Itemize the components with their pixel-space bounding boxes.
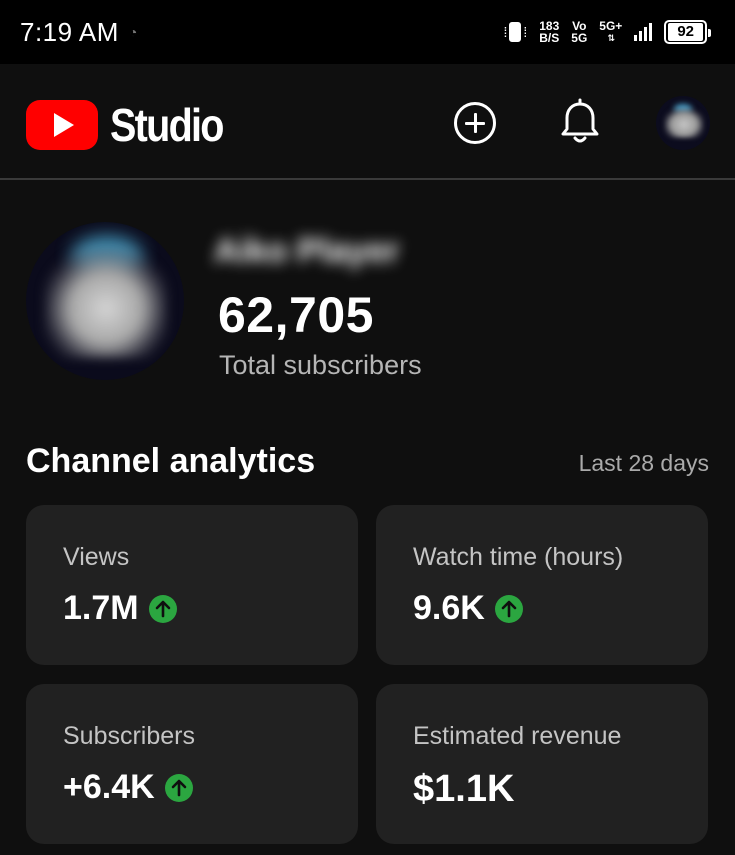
signal-icon [634, 23, 653, 41]
channel-avatar[interactable] [26, 222, 184, 380]
notification-icon: ◔ [128, 24, 138, 40]
card-value: 9.6K [413, 589, 485, 627]
data-speed: 183 B/S [539, 20, 559, 44]
volte-bottom: 5G [571, 31, 588, 45]
trend-up-icon [148, 594, 177, 623]
card-label: Watch time (hours) [413, 543, 624, 571]
card-label: Estimated revenue [413, 722, 622, 750]
battery-level: 92 [668, 23, 703, 41]
app-bar: Studio [0, 64, 735, 180]
watch-time-card[interactable]: Watch time (hours) 9.6K [376, 505, 708, 665]
network-arrows-icon: ⇅ [607, 33, 615, 43]
data-speed-unit: B/S [539, 31, 560, 45]
analytics-title: Channel analytics [26, 442, 316, 480]
revenue-card[interactable]: Estimated revenue $1.1K [376, 684, 708, 844]
analytics-period[interactable]: Last 28 days [579, 450, 709, 477]
subscriber-count: 62,705 [218, 287, 374, 343]
status-time: 7:19 AM [20, 16, 119, 47]
youtube-studio-logo[interactable]: Studio [26, 98, 241, 152]
status-right: ⁞ ⁞ 183 B/S Vo 5G 5G+ ⇅ 92 [503, 20, 711, 44]
plus-icon [465, 113, 485, 133]
channel-header: Aiko Player 62,705 Total subscribers [26, 222, 716, 382]
subscribers-card[interactable]: Subscribers +6.4K [26, 684, 358, 844]
bell-icon [561, 98, 599, 143]
card-value-row: 1.7M [63, 589, 177, 628]
app-title: Studio [110, 99, 224, 151]
youtube-logo-icon [26, 100, 98, 150]
card-value-row: $1.1K [413, 768, 514, 811]
card-value: 1.7M [63, 589, 139, 627]
card-value: $1.1K [413, 768, 515, 810]
create-button[interactable] [454, 102, 496, 144]
channel-name: Aiko Player [214, 232, 400, 270]
card-value: +6.4K [63, 768, 155, 806]
trend-up-icon [164, 773, 193, 802]
network-indicator: 5G+ ⇅ [599, 20, 622, 44]
subscriber-label: Total subscribers [219, 350, 422, 380]
volte-indicator: Vo 5G [571, 20, 587, 44]
card-value-row: +6.4K [63, 768, 193, 807]
vibrate-icon: ⁞ ⁞ [503, 22, 528, 42]
card-label: Views [63, 543, 130, 571]
card-value-row: 9.6K [413, 589, 523, 628]
network-type: 5G+ [599, 19, 623, 33]
account-avatar[interactable] [656, 96, 710, 150]
trend-up-icon [494, 594, 523, 623]
status-left: 7:19 AM ◔ [20, 17, 137, 48]
battery-icon: 92 [664, 20, 711, 44]
views-card[interactable]: Views 1.7M [26, 505, 358, 665]
card-label: Subscribers [63, 722, 195, 750]
status-bar: 7:19 AM ◔ ⁞ ⁞ 183 B/S Vo 5G 5G+ ⇅ 92 [0, 0, 735, 64]
notifications-button[interactable] [558, 98, 602, 146]
